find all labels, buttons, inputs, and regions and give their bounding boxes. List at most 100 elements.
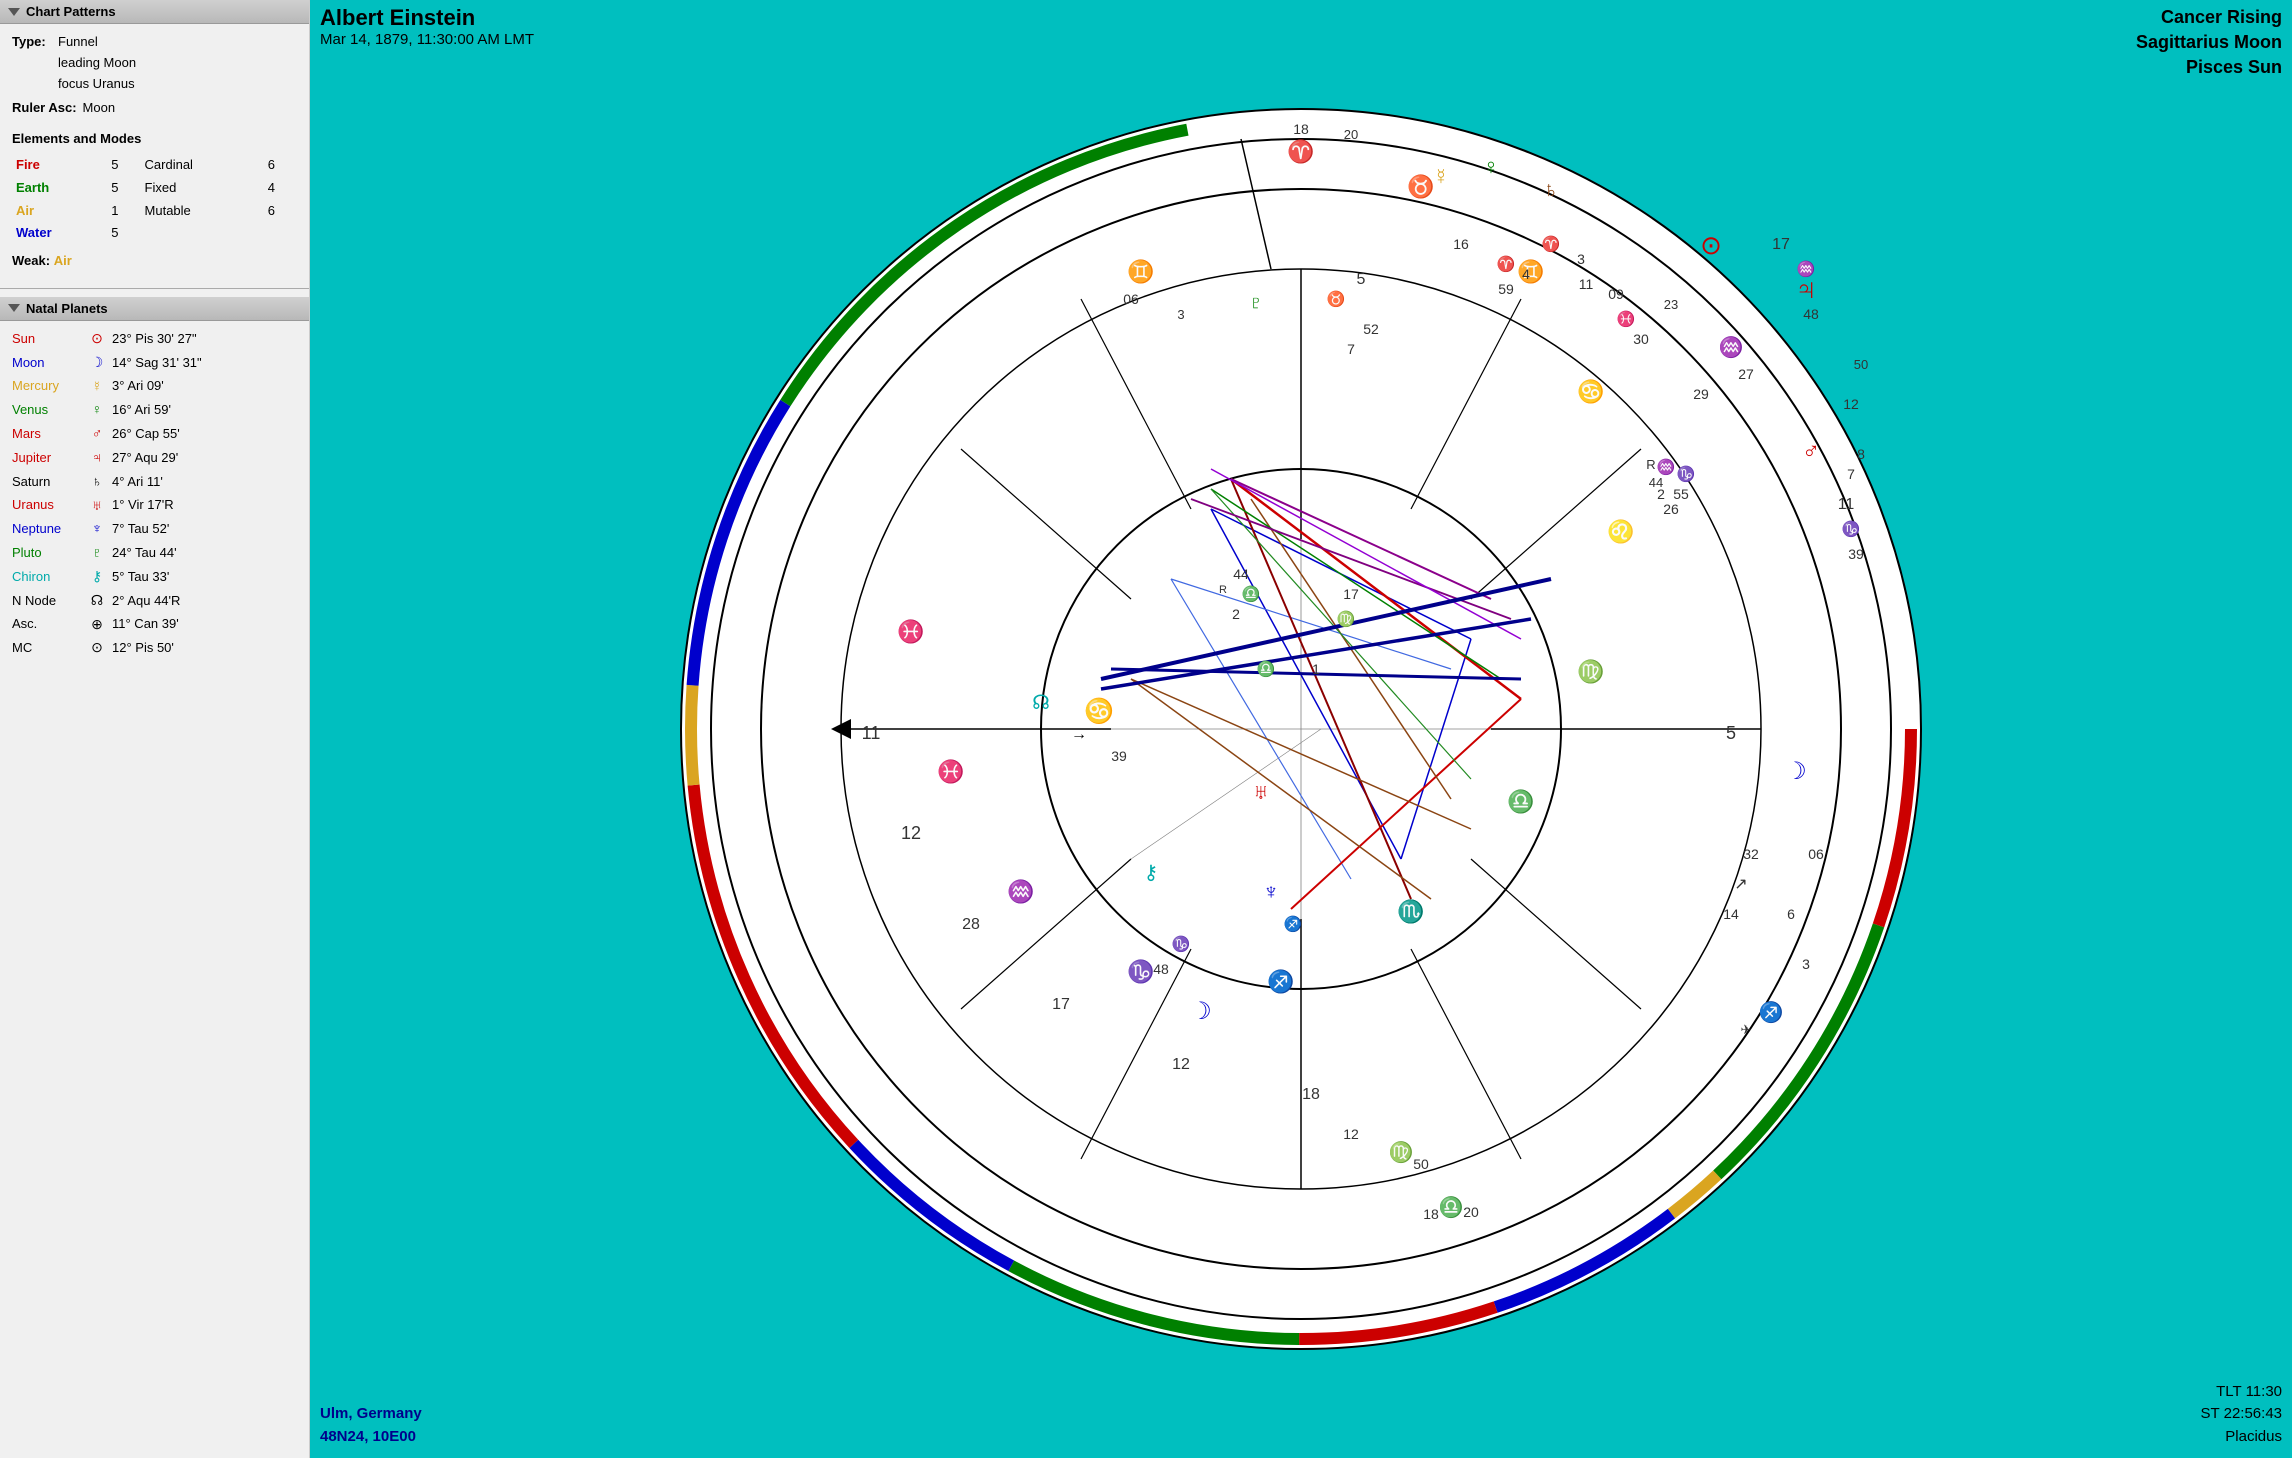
planet-row-venus: Venus ♀ 16° Ari 59' bbox=[12, 398, 297, 422]
svg-text:44: 44 bbox=[1233, 566, 1249, 582]
planet-row-sun: Sun ⊙ 23° Pis 30' 27" bbox=[12, 327, 297, 351]
svg-text:♎: ♎ bbox=[1242, 585, 1261, 603]
planet-degree-moon: 14° Sag 31' 31" bbox=[112, 352, 202, 374]
svg-text:11: 11 bbox=[862, 723, 881, 743]
svg-text:55: 55 bbox=[1673, 486, 1689, 502]
st-value: ST 22:56:43 bbox=[2201, 1403, 2282, 1426]
svg-text:♂: ♂ bbox=[1802, 438, 1820, 465]
svg-text:♐: ♐ bbox=[1759, 1000, 1784, 1024]
svg-text:06: 06 bbox=[1123, 291, 1139, 307]
svg-text:50: 50 bbox=[1413, 1156, 1429, 1172]
planet-name-jupiter: Jupiter bbox=[12, 447, 82, 469]
svg-text:3: 3 bbox=[1177, 307, 1184, 322]
svg-text:♒: ♒ bbox=[1657, 458, 1676, 476]
bottom-right-info: TLT 11:30 ST 22:56:43 Placidus bbox=[2201, 1381, 2282, 1449]
svg-text:♑: ♑ bbox=[1842, 520, 1861, 538]
svg-text:20: 20 bbox=[1344, 127, 1358, 142]
planet-degree-asc: 11° Can 39' bbox=[112, 613, 179, 635]
svg-text:♈: ♈ bbox=[1497, 255, 1516, 273]
svg-text:⊙: ⊙ bbox=[1700, 230, 1722, 260]
ruler-value: Moon bbox=[83, 98, 116, 119]
svg-text:18: 18 bbox=[1302, 1086, 1320, 1103]
planet-degree-jupiter: 27° Aqu 29' bbox=[112, 447, 178, 469]
weak-label: Weak: bbox=[12, 253, 50, 268]
svg-text:♉: ♉ bbox=[1327, 290, 1346, 308]
svg-text:♒: ♒ bbox=[1007, 879, 1034, 904]
natal-collapse-icon[interactable] bbox=[8, 304, 20, 312]
air-count: 1 bbox=[107, 200, 140, 223]
svg-text:♎: ♎ bbox=[1507, 789, 1534, 814]
collapse-icon[interactable] bbox=[8, 8, 20, 16]
svg-text:26: 26 bbox=[1663, 501, 1679, 517]
person-name: Albert Einstein bbox=[320, 5, 534, 31]
planet-symbol-neptune: ♆ bbox=[86, 517, 108, 541]
svg-text:♇: ♇ bbox=[1249, 292, 1264, 314]
svg-text:2: 2 bbox=[1232, 606, 1240, 622]
planet-symbol-venus: ♀ bbox=[86, 398, 108, 422]
svg-text:48: 48 bbox=[1803, 306, 1819, 322]
svg-text:20: 20 bbox=[1463, 1204, 1479, 1220]
natal-planets-content: Sun ⊙ 23° Pis 30' 27" Moon ☽ 14° Sag 31'… bbox=[0, 321, 309, 666]
svg-text:♄: ♄ bbox=[1543, 177, 1560, 202]
svg-text:♊: ♊ bbox=[1127, 259, 1154, 284]
type-values: Funnel leading Moon focus Uranus bbox=[58, 32, 136, 94]
water-count: 5 bbox=[107, 222, 140, 245]
earth-name: Earth bbox=[12, 177, 107, 200]
chart-date: Mar 14, 1879, 11:30:00 AM LMT bbox=[320, 31, 534, 48]
planet-symbol-saturn: ♄ bbox=[86, 470, 108, 494]
svg-text:27: 27 bbox=[1738, 366, 1754, 382]
planet-row-moon: Moon ☽ 14° Sag 31' 31" bbox=[12, 351, 297, 375]
svg-text:↗: ↗ bbox=[1734, 876, 1747, 893]
planet-name-nnode: N Node bbox=[12, 590, 82, 612]
svg-text:1: 1 bbox=[1312, 661, 1320, 677]
water-mode-count bbox=[264, 222, 297, 245]
planet-degree-chiron: 5° Tau 33' bbox=[112, 566, 169, 588]
element-earth-row: Earth 5 Fixed 4 bbox=[12, 177, 297, 200]
element-water-row: Water 5 bbox=[12, 222, 297, 245]
elements-header: Elements and Modes bbox=[12, 129, 297, 150]
planet-row-jupiter: Jupiter ♃ 27° Aqu 29' bbox=[12, 446, 297, 470]
svg-text:7: 7 bbox=[1847, 466, 1855, 482]
svg-text:18: 18 bbox=[1423, 1206, 1439, 1222]
chart-area: Albert Einstein Mar 14, 1879, 11:30:00 A… bbox=[310, 0, 2292, 1458]
planet-symbol-chiron: ⚷ bbox=[86, 565, 108, 589]
fire-mode-count: 6 bbox=[264, 154, 297, 177]
rising-sign: Cancer Rising bbox=[2136, 5, 2282, 30]
svg-text:3: 3 bbox=[1577, 251, 1585, 267]
svg-text:12: 12 bbox=[1172, 1056, 1190, 1073]
svg-text:♋: ♋ bbox=[1084, 697, 1114, 725]
svg-text:7: 7 bbox=[1347, 341, 1355, 357]
svg-text:♅: ♅ bbox=[1253, 779, 1270, 804]
fire-name: Fire bbox=[12, 154, 107, 177]
top-right-info: Cancer Rising Sagittarius Moon Pisces Su… bbox=[2136, 5, 2282, 81]
planet-symbol-jupiter: ♃ bbox=[86, 446, 108, 470]
svg-text:39: 39 bbox=[1111, 748, 1127, 764]
svg-text:12: 12 bbox=[901, 823, 921, 843]
air-mode-count: 6 bbox=[264, 200, 297, 223]
svg-text:39: 39 bbox=[1848, 546, 1864, 562]
natal-planets-section: Natal Planets Sun ⊙ 23° Pis 30' 27" Moon… bbox=[0, 297, 309, 666]
svg-text:☿: ☿ bbox=[1433, 164, 1450, 189]
svg-text:♑: ♑ bbox=[1172, 935, 1191, 953]
planet-name-saturn: Saturn bbox=[12, 471, 82, 493]
planet-symbol-mc: ⊙ bbox=[86, 636, 108, 660]
svg-text:♓: ♓ bbox=[897, 619, 924, 644]
weak-value: Air bbox=[54, 253, 72, 268]
planet-degree-uranus: 1° Vir 17'R bbox=[112, 494, 174, 516]
svg-text:29: 29 bbox=[1693, 386, 1709, 402]
svg-text:52: 52 bbox=[1363, 321, 1379, 337]
ruler-label: Ruler Asc: bbox=[12, 98, 77, 119]
chart-patterns-section: Chart Patterns Type: Funnel leading Moon… bbox=[0, 0, 309, 280]
planet-row-mercury: Mercury ☿ 3° Ari 09' bbox=[12, 375, 297, 399]
svg-text:12: 12 bbox=[1843, 396, 1859, 412]
natal-planets-header: Natal Planets bbox=[0, 297, 309, 321]
svg-text:☊: ☊ bbox=[1032, 692, 1050, 714]
svg-text:5: 5 bbox=[1726, 723, 1736, 743]
planet-name-venus: Venus bbox=[12, 399, 82, 421]
planet-degree-mercury: 3° Ari 09' bbox=[112, 375, 164, 397]
weak-row: Weak: Air bbox=[12, 251, 297, 272]
type-value-2: leading Moon bbox=[58, 53, 136, 74]
planet-row-pluto: Pluto ♇ 24° Tau 44' bbox=[12, 541, 297, 565]
svg-text:♎: ♎ bbox=[1257, 660, 1276, 678]
svg-text:48: 48 bbox=[1153, 961, 1169, 977]
